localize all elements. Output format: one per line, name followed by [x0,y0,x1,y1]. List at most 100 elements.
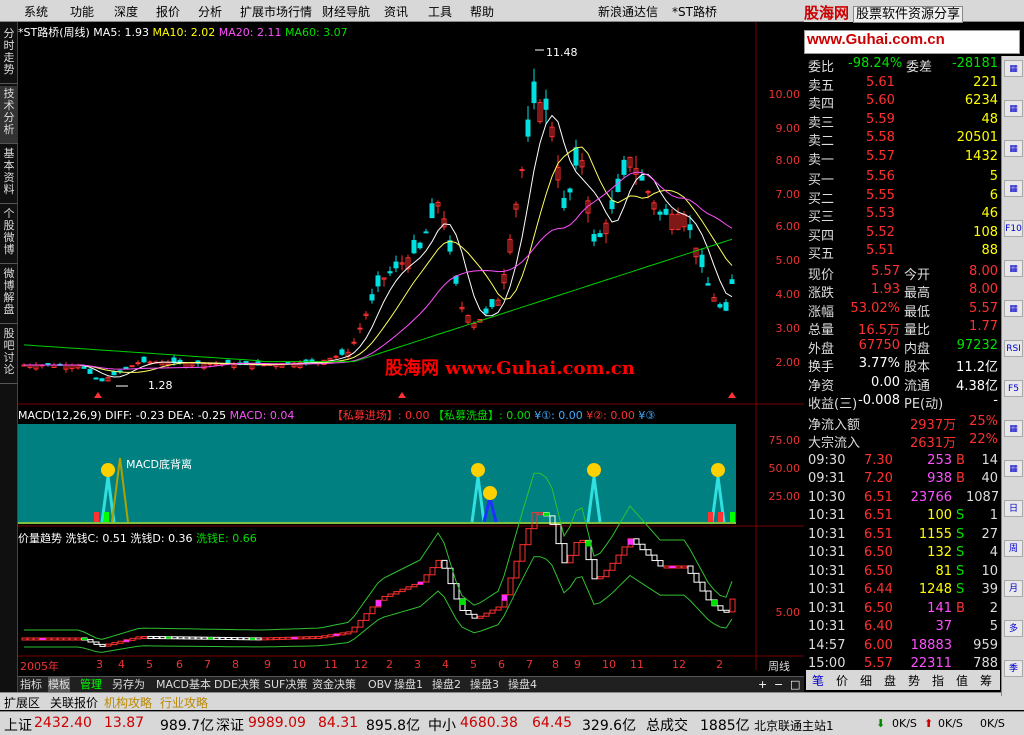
tab-obv[interactable]: OBV [368,677,391,693]
rsi-icon[interactable]: RSI [1004,340,1023,357]
bid-label: 买二 [808,191,835,207]
globe-icon[interactable]: ▦ [1004,420,1023,437]
x-tick-label: 2 [716,658,723,671]
candle-body [393,261,399,269]
menu-item[interactable]: 帮助 [470,3,494,20]
chart-canvas[interactable]: 1.28 11.48 股海网 www.Guhai.com.cn MACD底背离 [18,22,804,670]
tab-trade4[interactable]: 操盘4 [508,677,537,693]
bid-volume: 6 [989,187,998,203]
tick-row: 10:31 6.50 141 B 2 [806,601,1000,619]
quote-tab[interactable]: 筹 [980,672,992,689]
brand-logo: 股海网 股票软件资源分享 [804,2,964,23]
tab-technical[interactable]: 技术分析 [0,86,18,144]
tab-save-as[interactable]: 另存为 [112,677,145,693]
quote-tab[interactable]: 指 [932,672,944,689]
menu-item[interactable]: 分析 [198,3,222,20]
macd-tick: 25.00 [768,490,801,503]
menu-item[interactable]: 工具 [428,3,452,20]
menu-item[interactable]: 报价 [156,3,180,20]
quote-tab[interactable]: 盘 [884,672,896,689]
tab-timeshare[interactable]: 分时走势 [0,26,18,84]
stat-row: 涨跌 1.93 最高 8.00 [806,282,1000,301]
zoom-in-button[interactable]: + [758,677,767,693]
server-name[interactable]: 北京联通主站1 [754,717,834,734]
quote-tab[interactable]: 值 [956,672,968,689]
ask-row: 卖三 5.59 48 [806,112,1000,131]
stat-value-2: - [993,393,998,408]
bid-price: 5.56 [866,169,895,184]
scroll-box[interactable]: □ [790,677,800,693]
quote-tab[interactable]: 价 [836,672,848,689]
stat-label: 涨幅 [808,304,835,320]
tab-extension[interactable]: 扩展区 [4,694,40,711]
tab-trade3[interactable]: 操盘3 [470,677,499,693]
calc-icon[interactable]: ▦ [1004,300,1023,317]
cycle-icon[interactable]: ▦ [1004,460,1023,477]
month-icon[interactable]: 月 [1004,580,1023,597]
tab-suf[interactable]: SUF决策 [264,677,307,693]
bar-icon[interactable]: ▦ [1004,180,1023,197]
menu-item[interactable]: 财经导航 [322,3,370,20]
season-icon[interactable]: 季 [1004,660,1023,677]
x-tick-label: 2 [386,658,393,671]
candle-body [591,234,597,242]
tab-dde[interactable]: DDE决策 [214,677,260,693]
quote-tab[interactable]: 势 [908,672,920,689]
tick-volume: 18883 [910,637,952,653]
ask-volume: 6234 [964,93,998,108]
private-entry: 【私募进场】: 0.00 [331,409,430,422]
quote-tab[interactable]: 笔 [812,672,824,689]
price-tick: 5.00 [775,254,801,267]
stat-value-2: 1.77 [969,319,998,334]
chart-area[interactable]: 1.28 11.48 股海网 www.Guhai.com.cn MACD底背离 … [18,22,804,673]
stat-row: 涨幅 53.02% 最低 5.57 [806,301,1000,320]
week-icon[interactable]: 周 [1004,540,1023,557]
day-icon[interactable]: 日 [1004,500,1023,517]
tab-manage[interactable]: 管理 [80,677,102,693]
tab-institution[interactable]: 机构攻略 [104,694,152,711]
tab-capital[interactable]: 资金决策 [312,677,356,693]
trend-fill [628,538,633,545]
tab-stock-weibo[interactable]: 个股微博 [0,206,18,264]
quote-tab[interactable]: 细 [860,672,872,689]
signal-1: ¥①: 0.00 [534,409,583,422]
menu-item[interactable]: 功能 [70,3,94,20]
tab-related-quote[interactable]: 关联报价 [50,694,98,711]
tick-count: 4 [989,545,998,560]
f10-icon[interactable]: F10 [1004,220,1023,237]
stat-value: 67750 [858,337,900,353]
tab-stock-forum[interactable]: 股吧讨论 [0,326,18,384]
menu-item[interactable]: 资讯 [384,3,408,20]
menu-item[interactable]: 深度 [114,3,138,20]
net-down-icon: ⬇ [876,717,886,730]
list-icon[interactable]: ▦ [1004,100,1023,117]
kline-icon[interactable]: ▦ [1004,260,1023,277]
flow-row: 净流入额 2937万 25% [806,414,1000,433]
menu-item[interactable]: 系统 [24,3,48,20]
tick-price: 6.51 [864,508,893,523]
tab-weibo-analysis[interactable]: 微博解盘 [0,266,18,324]
macd-tick: 75.00 [768,434,801,447]
menu-item[interactable]: 扩展市场行情 [240,3,312,20]
chart-icon[interactable]: ▦ [1004,60,1023,77]
flow-amount: 2937万 [910,417,957,433]
stat-value: -0.008 [858,393,900,408]
zoom-out-button[interactable]: − [774,677,783,693]
x-tick-label: 12 [672,658,686,671]
tab-trade2[interactable]: 操盘2 [432,677,461,693]
tab-fundamentals[interactable]: 基本资料 [0,146,18,204]
tab-macd-basic[interactable]: MACD基本 [156,677,211,693]
ask-label: 卖三 [808,115,835,131]
multi-icon[interactable]: 多 [1004,620,1023,637]
volume-bar [730,512,735,522]
grid-icon[interactable]: ▦ [1004,140,1023,157]
tab-template[interactable]: 模板 [48,677,70,693]
tab-trade1[interactable]: 操盘1 [394,677,423,693]
f5-icon[interactable]: F5 [1004,380,1023,397]
tab-indicator[interactable]: 指标 [20,677,42,693]
stat-value: 3.77% [858,356,900,371]
x-tick-label: 5 [146,658,153,671]
candle-body [99,378,105,382]
tick-count: 10 [981,563,998,579]
tab-industry[interactable]: 行业攻略 [160,694,208,711]
